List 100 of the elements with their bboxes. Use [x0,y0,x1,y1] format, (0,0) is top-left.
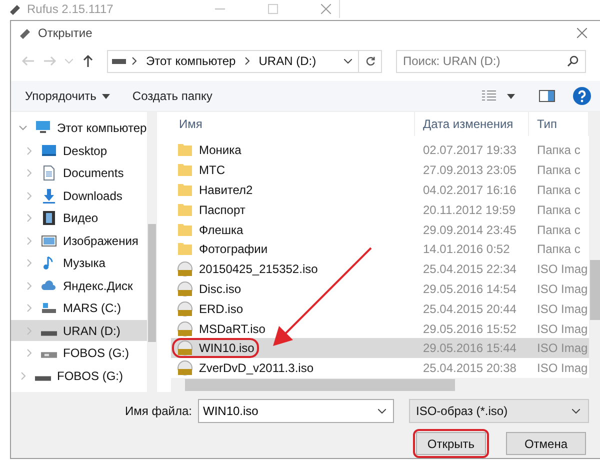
date-cell-text: 04.02.2017 16:16 [422,182,518,197]
chevron-right-icon[interactable] [25,192,33,200]
file-row[interactable]: ZverDvD_v2011.3.iso 25.04.2015 20:38 ISO Imag [171,358,589,378]
preview-pane-icon[interactable] [539,90,555,102]
file-name[interactable]: Disc.iso [199,282,242,296]
forward-arrow-icon[interactable] [43,54,57,68]
date-cell-text: 25.04.2015 22:34 [422,262,518,276]
caret-icon[interactable] [507,94,515,99]
chevron-down-icon[interactable] [378,409,386,414]
type-cell-text: Папка с [536,202,582,217]
disc-image-icon [177,360,193,376]
picture-icon [41,232,57,249]
file-row[interactable]: Навител2 04.02.2017 16:16 Папка с [171,180,589,200]
file-row[interactable]: МТС 27.09.2013 23:05 Папка с [171,160,589,180]
chevron-right-icon[interactable] [25,236,33,245]
maximize-icon[interactable] [268,4,278,14]
chevron-right-icon[interactable] [25,304,33,312]
dialog-title: Открытие [38,26,92,40]
cancel-button[interactable]: Отмена [506,432,586,455]
chevron-down-icon[interactable] [344,58,352,64]
disc-image-icon [177,261,193,278]
file-name[interactable]: МТС [199,163,225,178]
file-name[interactable]: ZverDvD_v2011.3.iso [199,361,314,376]
sidebar-item[interactable]: Documents [11,162,147,184]
chevron-right-icon [244,57,250,66]
file-row[interactable]: WIN10.iso 29.05.2016 15:44 ISO Imag [171,338,589,358]
file-type-dropdown[interactable]: ISO-образ (*.iso) [409,399,589,423]
folder-icon [177,182,193,198]
back-arrow-icon[interactable] [21,54,35,68]
chevron-right-icon[interactable] [19,372,27,380]
folder-icon [177,241,193,258]
scrollbar[interactable] [146,112,157,392]
breadcrumb-item[interactable]: Этот компьютер [146,54,236,68]
file-name[interactable]: ERD.iso [199,302,244,316]
chevron-right-icon[interactable] [25,282,33,290]
file-name-field[interactable]: WIN10.iso [198,399,394,423]
file-row[interactable]: 20150425_215352.iso 25.04.2015 22:34 ISO Imag [171,259,589,280]
document-icon [41,165,57,182]
sidebar-item[interactable]: Музыка [11,252,147,274]
date-cell-text: 29.09.2014 23:45 [422,222,518,237]
file-row[interactable]: Disc.iso 29.05.2016 14:54 ISO Imag [171,279,589,299]
file-name[interactable]: WIN10.iso [199,341,254,356]
sidebar-item[interactable]: Desktop [11,140,147,162]
file-row[interactable]: Паспорт 20.11.2012 19:59 Папка с [171,200,589,220]
type-cell-text: Папка с [536,242,582,256]
film-icon [41,210,57,226]
type-cell-text: Папка с [536,143,582,158]
sidebar-item[interactable]: Этот компьютер [11,117,147,139]
close-icon[interactable] [321,4,331,14]
sidebar-item[interactable]: FOBOS (G:) [11,364,147,386]
chevron-right-icon[interactable] [25,349,33,358]
search-field[interactable]: Поиск: URAN (D:) [396,50,586,73]
sidebar-item[interactable]: FOBOS (G:) [11,342,147,364]
file-name[interactable]: Фотографии [199,242,268,256]
address-bar[interactable]: Этот компьютер URAN (D:) [107,50,382,73]
file-name[interactable]: Моника [199,143,242,158]
file-row[interactable]: Флешка 29.09.2014 23:45 Папка с [171,220,589,240]
open-button[interactable]: Открыть [416,432,486,455]
drive-icon [35,376,51,382]
file-name[interactable]: 20150425_215352.iso [199,262,318,276]
chevron-right-icon[interactable] [25,214,33,222]
type-cell-text: ISO Imag [536,282,589,296]
organize-menu-button[interactable]: Упорядочить [19,86,116,106]
type-cell-text: Папка с [536,163,582,178]
horizontal-scrollbar[interactable] [171,378,589,392]
folder-icon [177,162,193,178]
column-header[interactable]: Дата изменения [415,112,529,136]
view-list-icon[interactable] [481,90,497,102]
scrollbar[interactable] [589,112,600,392]
close-icon[interactable] [577,28,587,38]
sidebar-item[interactable]: MARS (C:) [11,297,147,319]
file-name[interactable]: Паспорт [199,202,246,217]
file-row[interactable]: MSDaRT.iso 29.05.2016 15:52 ISO Imag [171,318,589,338]
chevron-right-icon[interactable] [25,259,33,268]
sidebar-item[interactable]: URAN (D:) [11,320,147,342]
help-icon[interactable] [573,87,591,106]
date-cell-text: 29.05.2016 14:54 [422,282,518,296]
file-row[interactable]: ERD.iso 25.04.2015 20:44 ISO Imag [171,298,589,319]
desktop-icon [41,142,57,159]
file-row[interactable]: Фотографии 14.01.2016 0:52 Папка с [171,239,589,260]
sidebar-item[interactable]: Яндекс.Диск [11,274,147,296]
sidebar-item[interactable]: Изображения [11,230,147,252]
file-name[interactable]: Навител2 [199,182,253,197]
breadcrumb-item[interactable]: URAN (D:) [258,54,316,68]
chevron-right-icon[interactable] [25,146,33,155]
file-name[interactable]: MSDaRT.iso [199,322,266,336]
file-name[interactable]: Флешка [199,222,244,237]
new-folder-button[interactable]: Создать папку [126,86,218,106]
date-cell-text: 29.05.2016 15:44 [422,341,518,356]
type-cell-text: ISO Imag [536,302,589,316]
up-arrow-icon[interactable] [81,54,95,68]
sidebar-item[interactable]: Downloads [11,184,147,206]
file-row[interactable]: Моника 02.07.2017 19:33 Папка с [171,140,589,160]
column-header[interactable]: Имя [171,112,415,136]
chevron-right-icon[interactable] [25,169,33,178]
type-cell-text: ISO Imag [536,361,589,376]
caret-icon [102,94,110,99]
disc-image-icon [177,300,193,317]
chevron-right-icon[interactable] [25,326,33,335]
sidebar-item[interactable]: Видео [11,207,147,229]
